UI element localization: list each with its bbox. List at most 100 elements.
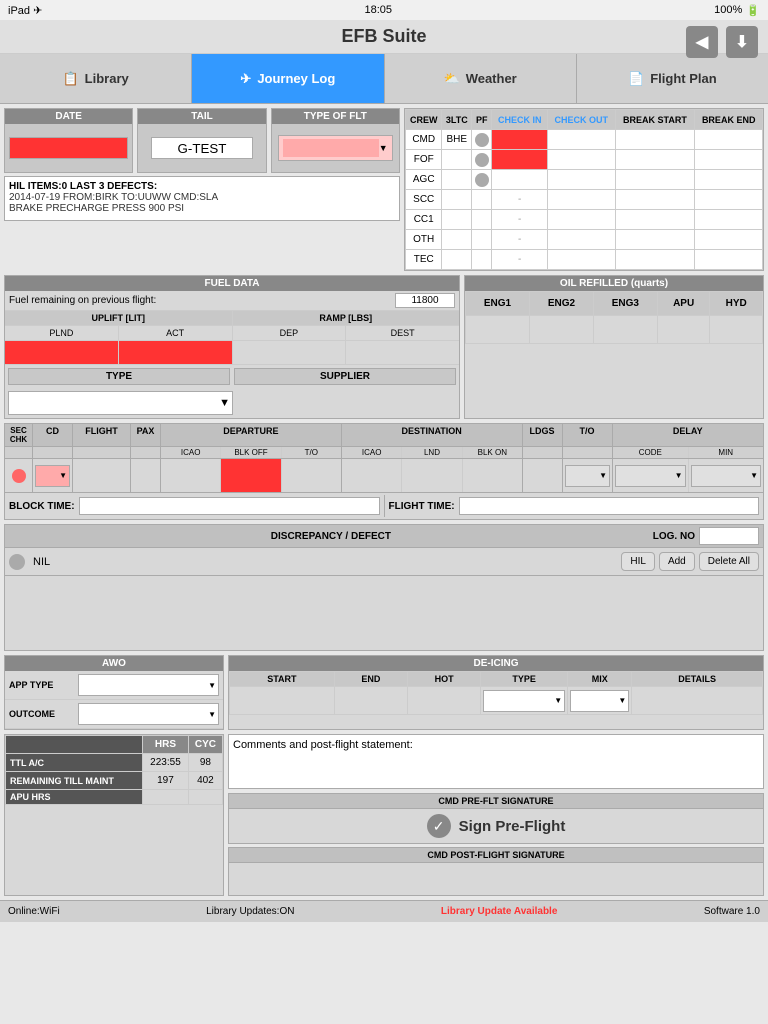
crew-checkout-fof[interactable] bbox=[548, 150, 616, 170]
crew-checkout-agc[interactable] bbox=[548, 170, 616, 190]
to-select[interactable]: ▼ bbox=[565, 465, 610, 487]
fuel-dest-val[interactable] bbox=[346, 341, 459, 364]
crew-pf-tec bbox=[472, 250, 492, 270]
crew-checkout-cmd[interactable] bbox=[548, 130, 616, 150]
crew-breakstart-agc[interactable] bbox=[615, 170, 695, 190]
tab-flightplan-label: Flight Plan bbox=[650, 71, 716, 86]
crew-checkin-fof[interactable] bbox=[492, 150, 548, 170]
crew-breakend-oth[interactable] bbox=[695, 230, 763, 250]
ttl-remaining-row: REMAINING TILL MAINT 197 402 bbox=[6, 772, 223, 790]
supplier-col-header: SUPPLIER bbox=[234, 368, 456, 385]
cd-select[interactable]: ▼ bbox=[35, 465, 70, 487]
log-no-input[interactable] bbox=[699, 527, 759, 545]
tab-flight-plan[interactable]: 📄 Flight Plan bbox=[577, 54, 768, 103]
crew-pf-cc1 bbox=[472, 210, 492, 230]
oil-hyd-val[interactable] bbox=[710, 316, 763, 344]
fuel-dep-val[interactable] bbox=[233, 341, 347, 364]
post-sig-area[interactable] bbox=[229, 863, 763, 895]
crew-breakstart-cc1[interactable] bbox=[615, 210, 695, 230]
crew-breakstart-fof[interactable] bbox=[615, 150, 695, 170]
deicing-hot-val[interactable] bbox=[408, 687, 481, 715]
oil-apu-val[interactable] bbox=[657, 316, 710, 344]
fuel-type-arrow-icon: ▼ bbox=[219, 397, 230, 409]
deicing-type-select[interactable]: ▼ bbox=[483, 690, 565, 712]
deicing-end-val[interactable] bbox=[334, 687, 407, 715]
tab-library[interactable]: 📋 Library bbox=[0, 54, 192, 103]
crew-row-cc1: CC1 - bbox=[406, 210, 763, 230]
flight-time-input[interactable] bbox=[459, 497, 759, 515]
crew-name-tec: TEC bbox=[406, 250, 442, 270]
hil-line1: 2014-07-19 FROM:BIRK TO:UUWW CMD:SLA bbox=[9, 192, 395, 203]
download-button[interactable]: ⬇ bbox=[726, 26, 758, 58]
crew-breakend-cc1[interactable] bbox=[695, 210, 763, 230]
crew-breakstart-cmd[interactable] bbox=[615, 130, 695, 150]
deicing-start-val[interactable] bbox=[230, 687, 335, 715]
crew-breakstart-scc[interactable] bbox=[615, 190, 695, 210]
hil-button[interactable]: HIL bbox=[621, 552, 655, 571]
crew-checkout-scc[interactable] bbox=[548, 190, 616, 210]
delay-code-select[interactable]: ▼ bbox=[615, 465, 686, 487]
awo-apptype-select[interactable]: ▼ bbox=[78, 674, 219, 696]
crew-checkout-cc1[interactable] bbox=[548, 210, 616, 230]
crew-breakend-tec[interactable] bbox=[695, 250, 763, 270]
tail-input[interactable] bbox=[151, 137, 253, 159]
dep-icao-input[interactable] bbox=[161, 459, 221, 492]
ldgs-input[interactable] bbox=[523, 459, 563, 492]
back-button[interactable]: ◀ bbox=[686, 26, 718, 58]
crew-row-cmd: CMD BHE bbox=[406, 130, 763, 150]
block-time-input[interactable] bbox=[79, 497, 380, 515]
date-input[interactable] bbox=[9, 137, 128, 159]
sign-preflight-btn[interactable]: Sign Pre-Flight bbox=[459, 818, 566, 835]
deicing-mix-select[interactable]: ▼ bbox=[570, 690, 629, 712]
oil-eng2-val[interactable] bbox=[529, 316, 593, 344]
type-select[interactable]: ▼ bbox=[278, 135, 393, 161]
post-sig-header: CMD POST-FLIGHT SIGNATURE bbox=[229, 848, 763, 863]
awo-outcome-select[interactable]: ▼ bbox=[78, 703, 219, 725]
crew-breakend-agc[interactable] bbox=[695, 170, 763, 190]
dest-icao-input[interactable] bbox=[342, 459, 402, 492]
ttl-apu-hrs[interactable] bbox=[143, 790, 189, 805]
crew-checkout-tec[interactable] bbox=[548, 250, 616, 270]
crew-checkin-cmd[interactable] bbox=[492, 130, 548, 150]
to-sub bbox=[563, 447, 613, 458]
tab-journey-log[interactable]: ✈ Journey Log bbox=[192, 54, 384, 103]
crew-breakstart-oth[interactable] bbox=[615, 230, 695, 250]
flight-headers-row1: SEC CHK CD FLIGHT PAX DEPARTURE DESTINAT… bbox=[5, 424, 763, 447]
flight-num-input[interactable] bbox=[73, 459, 131, 492]
sec-chk-input[interactable] bbox=[5, 459, 33, 492]
crew-pf-fof bbox=[472, 150, 492, 170]
crew-breakend-cmd[interactable] bbox=[695, 130, 763, 150]
crew-breakend-fof[interactable] bbox=[695, 150, 763, 170]
awo-outcome-label: OUTCOME bbox=[9, 709, 74, 719]
dest-lnd-input[interactable] bbox=[402, 459, 462, 492]
crew-breakend-scc[interactable] bbox=[695, 190, 763, 210]
type-header: TYPE OF FLT bbox=[272, 109, 399, 124]
app-header: EFB Suite ◀ ⬇ bbox=[0, 20, 768, 54]
pax-input[interactable] bbox=[131, 459, 161, 492]
cd-arrow-icon: ▼ bbox=[59, 471, 67, 480]
dest-blkon-input[interactable] bbox=[463, 459, 522, 492]
nil-checkbox[interactable] bbox=[9, 554, 25, 570]
comments-box[interactable]: Comments and post-flight statement: bbox=[228, 734, 764, 789]
add-button[interactable]: Add bbox=[659, 552, 695, 571]
crew-checkout-oth[interactable] bbox=[548, 230, 616, 250]
fuel-act-val[interactable] bbox=[119, 341, 233, 364]
deicing-details-val[interactable] bbox=[632, 687, 763, 715]
tab-weather[interactable]: ⛅ Weather bbox=[385, 54, 577, 103]
oil-eng1-val[interactable] bbox=[466, 316, 530, 344]
delay-code-sub: CODE bbox=[613, 447, 689, 458]
oil-eng3-val[interactable] bbox=[593, 316, 657, 344]
crew-breakstart-tec[interactable] bbox=[615, 250, 695, 270]
ttl-hrs-header: HRS bbox=[143, 736, 189, 754]
delay-min-select[interactable]: ▼ bbox=[691, 465, 762, 487]
dep-blkoff-input[interactable] bbox=[221, 459, 281, 492]
fuel-type-input[interactable]: ▼ bbox=[8, 391, 233, 415]
battery-icon: 🔋 bbox=[746, 4, 760, 17]
discrepancy-text-area[interactable] bbox=[5, 575, 763, 650]
dep-to-input[interactable] bbox=[282, 459, 341, 492]
status-bar-right: 100% 🔋 bbox=[714, 4, 760, 17]
fuel-plnd-val[interactable] bbox=[5, 341, 119, 364]
dep-inputs bbox=[161, 459, 342, 492]
delete-all-button[interactable]: Delete All bbox=[699, 552, 759, 571]
crew-checkin-agc[interactable] bbox=[492, 170, 548, 190]
